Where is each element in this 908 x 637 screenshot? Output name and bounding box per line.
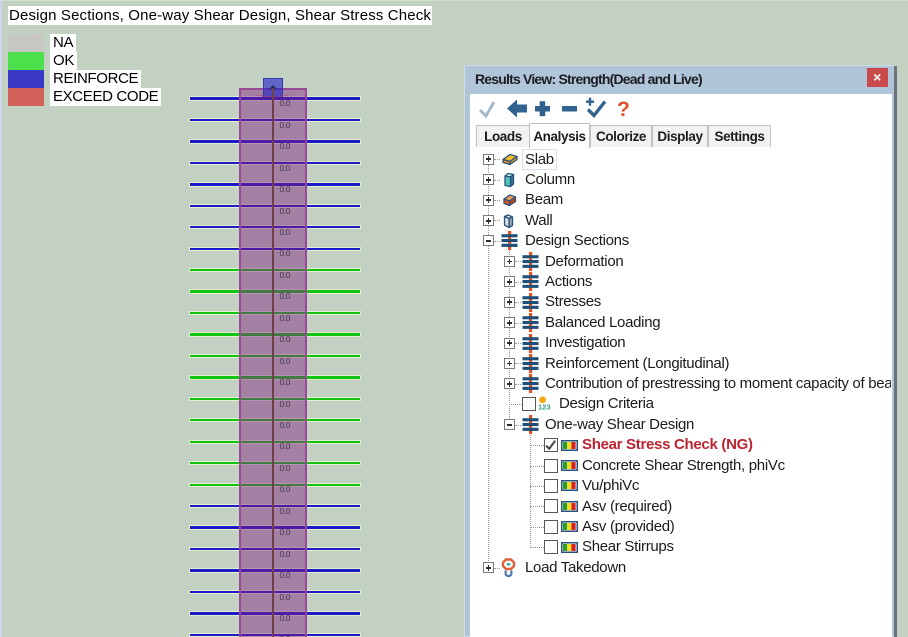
svg-text:123: 123 — [538, 403, 551, 412]
svg-text:?: ? — [617, 98, 630, 121]
